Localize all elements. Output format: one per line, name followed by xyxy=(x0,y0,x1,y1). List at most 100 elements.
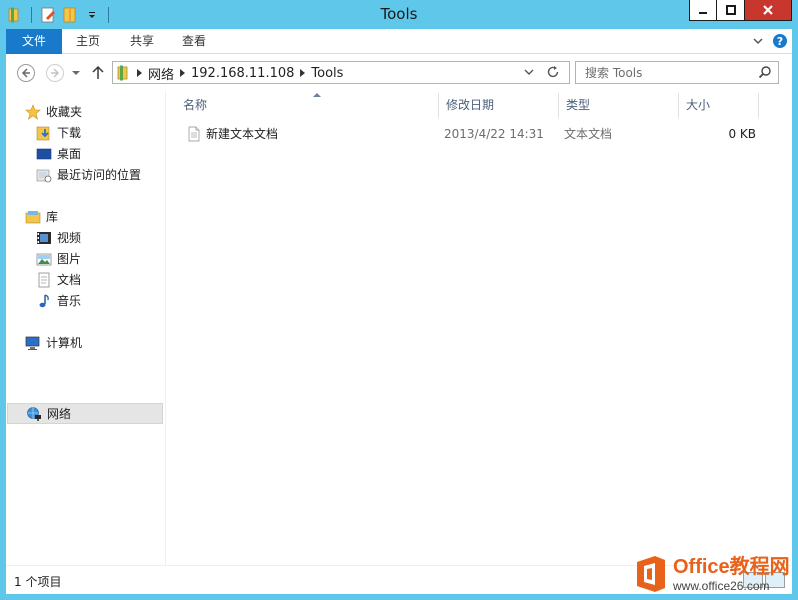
customize-toolbar-icon[interactable] xyxy=(83,6,101,24)
desktop-icon xyxy=(36,146,52,162)
file-size: 0 KB xyxy=(728,127,756,141)
pictures-icon xyxy=(36,251,52,267)
maximize-icon xyxy=(725,5,736,15)
file-list: 名称 修改日期 类型 大小 新建文本文档 2013/4/22 14:31 文本文… xyxy=(165,91,792,565)
office-logo-icon xyxy=(637,556,665,592)
file-type: 文本文档 xyxy=(564,127,613,141)
libraries-icon xyxy=(25,209,41,225)
sidebar-item-recent-places[interactable]: 最近访问的位置 xyxy=(6,164,164,185)
column-header-date-modified[interactable]: 修改日期 xyxy=(439,93,559,118)
sidebar-item-downloads[interactable]: 下载 xyxy=(6,122,164,143)
sidebar-item-label: 文档 xyxy=(57,273,82,287)
tab-home[interactable]: 主页 xyxy=(64,29,112,54)
ribbon-tabs: 文件 主页 共享 查看 ? xyxy=(6,29,792,54)
window-title: Tools xyxy=(380,5,418,23)
watermark: Office教程网 www.office26.com xyxy=(633,550,798,598)
sidebar-item-label: 视频 xyxy=(57,231,82,245)
column-header-type[interactable]: 类型 xyxy=(559,93,679,118)
video-icon xyxy=(36,230,52,246)
up-arrow-icon xyxy=(92,65,104,79)
sidebar-item-favorites[interactable]: 收藏夹 xyxy=(6,101,164,122)
address-dropdown-icon[interactable] xyxy=(523,66,535,81)
tab-file[interactable]: 文件 xyxy=(6,29,62,54)
help-icon[interactable]: ? xyxy=(772,33,788,52)
network-icon xyxy=(26,406,42,422)
file-date-modified: 2013/4/22 14:31 xyxy=(444,127,544,141)
sidebar-item-label: 网络 xyxy=(47,407,72,421)
sidebar-item-label: 库 xyxy=(46,210,59,224)
breadcrumb: 网络 192.168.11.108 Tools xyxy=(117,64,343,83)
breadcrumb-host[interactable]: 192.168.11.108 xyxy=(191,66,294,81)
recent-places-icon xyxy=(36,167,52,183)
sort-ascending-icon xyxy=(313,93,321,97)
navigation-bar: 网络 192.168.11.108 Tools xyxy=(6,55,792,91)
column-header-name[interactable]: 名称 xyxy=(176,93,439,118)
sidebar-item-network[interactable]: 网络 xyxy=(7,403,163,424)
new-folder-icon[interactable] xyxy=(61,6,79,24)
forward-button[interactable] xyxy=(45,63,65,83)
quick-access-toolbar xyxy=(6,5,112,25)
sidebar-item-label: 下载 xyxy=(57,126,82,140)
sidebar-item-documents[interactable]: 文档 xyxy=(6,269,164,290)
up-button[interactable] xyxy=(90,63,106,83)
file-name: 新建文本文档 xyxy=(206,127,279,141)
column-header-label: 类型 xyxy=(566,98,591,112)
watermark-brand: Office教程网 xyxy=(673,555,790,578)
sidebar-item-pictures[interactable]: 图片 xyxy=(6,248,164,269)
sidebar-item-desktop[interactable]: 桌面 xyxy=(6,143,164,164)
title-bar: Tools xyxy=(0,0,798,29)
sidebar-item-label: 计算机 xyxy=(46,336,83,350)
svg-text:?: ? xyxy=(777,35,783,48)
back-arrow-icon xyxy=(17,64,35,82)
folder-icon xyxy=(117,65,128,81)
column-header-label: 名称 xyxy=(183,98,208,112)
sidebar-item-label: 音乐 xyxy=(57,294,82,308)
minimize-button[interactable] xyxy=(689,0,717,21)
address-bar[interactable]: 网络 192.168.11.108 Tools xyxy=(112,61,570,84)
breadcrumb-separator-icon[interactable] xyxy=(300,69,306,77)
properties-icon[interactable] xyxy=(39,6,57,24)
text-file-icon xyxy=(188,126,200,142)
breadcrumb-tools[interactable]: Tools xyxy=(311,66,343,81)
recent-locations-button[interactable] xyxy=(69,63,83,83)
navigation-pane: 收藏夹 下载 桌面 最近访问的位置 库 视频 图片 文档 音乐 计算机 网络 xyxy=(6,91,164,565)
refresh-icon[interactable] xyxy=(545,64,561,83)
close-icon xyxy=(763,5,773,15)
tab-share[interactable]: 共享 xyxy=(118,29,166,54)
sidebar-item-computer[interactable]: 计算机 xyxy=(6,332,164,353)
search-icon[interactable] xyxy=(758,65,772,82)
column-header-label: 修改日期 xyxy=(446,98,495,112)
downloads-folder-icon xyxy=(36,125,52,141)
watermark-url: www.office26.com xyxy=(673,578,770,593)
sidebar-item-label: 图片 xyxy=(57,252,82,266)
chevron-down-icon xyxy=(72,71,80,75)
window-folder-icon[interactable] xyxy=(6,6,24,24)
breadcrumb-separator-icon[interactable] xyxy=(137,69,142,77)
back-button[interactable] xyxy=(16,63,36,83)
toolbar-separator xyxy=(108,7,109,23)
watermark-text: Office教程网 www.office26.com xyxy=(673,557,790,592)
music-note-icon xyxy=(36,293,52,309)
item-count: 1 个项目 xyxy=(14,575,62,589)
minimize-icon xyxy=(699,12,707,14)
sidebar-item-libraries[interactable]: 库 xyxy=(6,206,164,227)
file-name-cell: 新建文本文档 xyxy=(186,123,278,145)
breadcrumb-separator-icon[interactable] xyxy=(180,69,186,77)
sidebar-item-music[interactable]: 音乐 xyxy=(6,290,164,311)
sidebar-item-label: 桌面 xyxy=(57,147,82,161)
search-input[interactable] xyxy=(576,62,756,83)
close-button[interactable] xyxy=(745,0,792,21)
maximize-button[interactable] xyxy=(717,0,745,21)
sidebar-item-videos[interactable]: 视频 xyxy=(6,227,164,248)
table-row[interactable]: 新建文本文档 2013/4/22 14:31 文本文档 0 KB xyxy=(180,123,760,145)
search-box[interactable] xyxy=(575,61,779,84)
forward-arrow-icon xyxy=(46,64,64,82)
star-icon xyxy=(25,103,41,120)
breadcrumb-network[interactable]: 网络 xyxy=(148,64,174,83)
expand-ribbon-icon[interactable] xyxy=(752,35,764,50)
document-icon xyxy=(36,272,52,288)
toolbar-separator xyxy=(31,7,32,23)
computer-icon xyxy=(25,335,41,351)
tab-view[interactable]: 查看 xyxy=(170,29,218,54)
column-header-size[interactable]: 大小 xyxy=(679,93,759,118)
